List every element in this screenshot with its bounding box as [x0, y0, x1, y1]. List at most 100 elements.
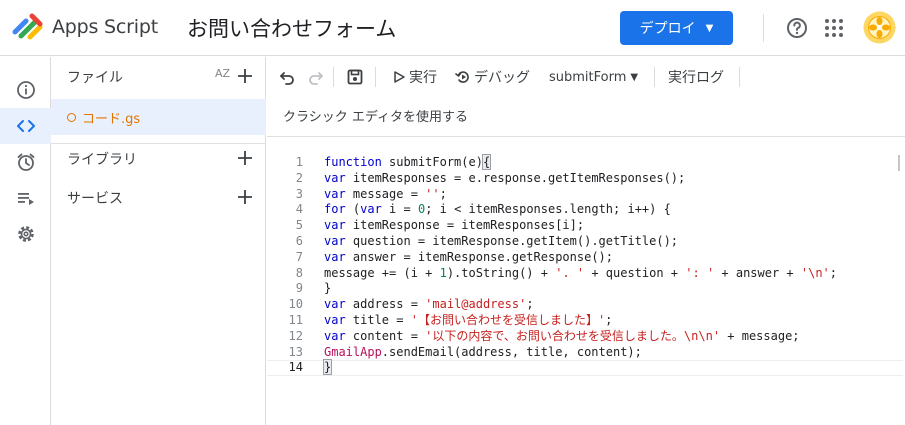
info-icon: [16, 81, 35, 99]
services-label: サービス: [67, 191, 123, 207]
code-line[interactable]: 1 function submitForm(e){: [267, 154, 903, 171]
line-number: 8: [295, 265, 303, 280]
toolbar-divider: [333, 67, 334, 87]
files-panel: ファイル AZ コード.gs ライブラリ サービス: [51, 57, 266, 425]
line-number: 2: [295, 170, 303, 185]
code-icon: [16, 120, 35, 132]
line-number: 10: [288, 297, 303, 312]
libraries-label: ライブラリ: [67, 152, 137, 168]
code-text[interactable]: var answer = itemResponse.getResponse();: [324, 250, 613, 266]
unsaved-dot-icon: [67, 112, 76, 122]
overview-nav-item[interactable]: [0, 72, 51, 108]
run-button[interactable]: 実行: [393, 57, 437, 97]
save-button[interactable]: [346, 57, 364, 97]
toolbar-divider: [375, 67, 376, 87]
alarm-icon: [17, 153, 34, 171]
code-text[interactable]: var itemResponses = e.response.getItemRe…: [324, 171, 685, 187]
sort-az-icon[interactable]: AZ: [215, 67, 230, 80]
code-text[interactable]: GmailApp.sendEmail(address, title, conte…: [324, 345, 642, 361]
line-number: 11: [288, 312, 303, 327]
code-line[interactable]: 5 var itemResponse = itemResponses[i];: [267, 218, 903, 234]
deploy-button-label: デプロイ: [639, 21, 696, 37]
avatar[interactable]: [863, 11, 896, 44]
debug-icon: [455, 71, 469, 83]
execution-log-button[interactable]: 実行ログ: [668, 57, 724, 97]
left-nav-rail: [0, 57, 51, 425]
redo-button[interactable]: [307, 57, 325, 97]
code-text[interactable]: for (var i = 0; i < itemResponses.length…: [324, 202, 671, 218]
undo-button[interactable]: [278, 57, 296, 97]
line-number: 6: [295, 233, 303, 248]
line-number: 14: [288, 360, 303, 375]
code-text[interactable]: var message = '';: [324, 187, 447, 203]
code-line[interactable]: 8 message += (i + 1).toString() + '. ' + …: [267, 266, 903, 282]
line-number: 13: [288, 344, 303, 359]
line-number: 12: [288, 328, 303, 343]
editor-divider: [267, 136, 905, 137]
code-text[interactable]: var question = itemResponse.getItem().ge…: [324, 234, 678, 250]
dropdown-caret-icon: ▼: [705, 22, 714, 34]
deploy-button[interactable]: デプロイ ▼: [620, 11, 733, 45]
dropdown-caret-icon: ▼: [630, 71, 639, 83]
code-text[interactable]: var content = '以下の内容で、お問い合わせを受信しました。\n\n…: [324, 329, 800, 345]
file-item-code-gs[interactable]: コード.gs: [51, 99, 266, 135]
function-select[interactable]: submitForm ▼: [549, 57, 638, 97]
scrollbar-marker[interactable]: [898, 155, 900, 171]
code-line[interactable]: 3 var message = '';: [267, 187, 903, 203]
current-line-highlight: [267, 360, 903, 377]
editor-nav-item[interactable]: [0, 108, 51, 144]
code-text[interactable]: }: [322, 359, 333, 376]
files-label: ファイル: [67, 70, 123, 86]
line-number: 3: [295, 186, 303, 201]
code-text[interactable]: function submitForm(e){: [324, 154, 492, 171]
code-text[interactable]: message += (i + 1).toString() + '. ' + q…: [324, 266, 837, 282]
files-header: ファイル AZ: [51, 57, 266, 97]
code-text[interactable]: var title = '【お問い合わせを受信しました】';: [324, 313, 612, 329]
code-line[interactable]: 6 var question = itemResponse.getItem().g…: [267, 234, 903, 250]
code-line[interactable]: 2 var itemResponses = e.response.getItemR…: [267, 171, 903, 187]
top-bar: Apps Script お問い合わせフォーム デプロイ ▼: [0, 0, 905, 56]
debug-button[interactable]: デバッグ: [455, 57, 530, 97]
code-line[interactable]: 11 var title = '【お問い合わせを受信しました】';: [267, 313, 903, 329]
run-label: 実行: [409, 70, 437, 86]
line-number: 4: [295, 202, 303, 217]
function-select-value: submitForm: [549, 69, 627, 85]
code-text[interactable]: }: [324, 281, 331, 297]
services-header: サービス: [51, 178, 266, 218]
code-line[interactable]: 10 var address = 'mail@address';: [267, 297, 903, 313]
code-line[interactable]: 9}: [267, 281, 903, 297]
add-file-icon[interactable]: [234, 65, 256, 87]
line-number: 1: [295, 155, 303, 169]
toolbar-divider: [654, 67, 655, 87]
code-line[interactable]: 7 var answer = itemResponse.getResponse()…: [267, 250, 903, 266]
executions-nav-item[interactable]: [0, 180, 51, 216]
debug-label: デバッグ: [474, 70, 530, 86]
apps-script-logo-icon[interactable]: [12, 12, 46, 40]
classic-editor-link[interactable]: クラシック エディタを使用する: [283, 106, 468, 125]
line-number: 9: [295, 281, 303, 296]
help-icon[interactable]: [785, 16, 809, 40]
code-line[interactable]: 4 for (var i = 0; i < itemResponses.lengt…: [267, 202, 903, 218]
add-service-icon[interactable]: [234, 186, 256, 208]
play-icon: [394, 71, 405, 83]
apps-grid-icon[interactable]: [822, 16, 846, 40]
execution-log-label: 実行ログ: [668, 70, 724, 86]
executions-icon: [17, 193, 34, 205]
redo-icon: [309, 72, 323, 85]
code-line[interactable]: 12 var content = '以下の内容で、お問い合わせを受信しました。\n…: [267, 329, 903, 345]
header-divider: [763, 14, 764, 42]
add-library-icon[interactable]: [234, 147, 256, 169]
settings-nav-item[interactable]: [0, 216, 51, 252]
toolbar-divider: [739, 67, 740, 87]
code-editor[interactable]: 1 function submitForm(e){ 2 var itemRespons…: [267, 154, 903, 377]
line-number: 7: [295, 249, 303, 264]
app-name[interactable]: Apps Script: [52, 16, 158, 38]
code-text[interactable]: var address = 'mail@address';: [324, 297, 534, 313]
project-title[interactable]: お問い合わせフォーム: [187, 13, 396, 43]
triggers-nav-item[interactable]: [0, 144, 51, 180]
libraries-header: ライブラリ: [51, 139, 266, 179]
code-text[interactable]: var itemResponse = itemResponses[i];: [324, 218, 584, 234]
code-line[interactable]: 14}: [267, 359, 903, 377]
settings-icon: [17, 226, 34, 242]
code-line[interactable]: 13 GmailApp.sendEmail(address, title, con…: [267, 345, 903, 361]
